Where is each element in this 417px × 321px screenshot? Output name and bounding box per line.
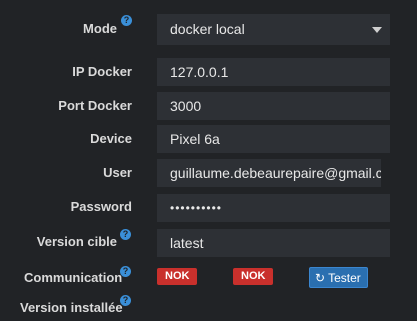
password-label: Password: [70, 199, 132, 214]
user-label: User: [103, 165, 132, 180]
device-label: Device: [90, 131, 132, 146]
ip-input[interactable]: 127.0.0.1: [157, 58, 390, 86]
version-installee-label: Version installée: [20, 300, 123, 315]
communication-help-icon[interactable]: ?: [120, 266, 131, 277]
status-badge-2: NOK: [233, 268, 274, 285]
chevron-down-icon: [372, 27, 382, 33]
user-row: User guillaume.debeaurepaire@gmail.com: [0, 159, 417, 187]
mode-help-icon[interactable]: ?: [121, 15, 132, 26]
version-cible-help-icon[interactable]: ?: [120, 229, 131, 240]
mode-select-value: docker local: [170, 21, 245, 37]
password-row: Password ••••••••••: [0, 194, 417, 222]
port-input[interactable]: 3000: [157, 92, 390, 120]
version-cible-label: Version cible: [36, 234, 117, 249]
mode-row: Mode ? docker local: [0, 14, 417, 45]
version-cible-row: Version cible ? latest: [0, 229, 417, 257]
ip-label: IP Docker: [72, 64, 132, 79]
device-row: Device Pixel 6a: [0, 125, 417, 153]
mode-label: Mode: [83, 21, 117, 36]
status-badge-1: NOK: [157, 268, 198, 285]
ip-row: IP Docker 127.0.0.1: [0, 58, 417, 86]
port-label: Port Docker: [58, 98, 132, 113]
password-input[interactable]: ••••••••••: [157, 194, 390, 222]
device-input[interactable]: Pixel 6a: [157, 125, 390, 153]
version-installee-row: Version installée ?: [0, 295, 417, 315]
version-cible-input[interactable]: latest: [157, 229, 390, 257]
port-row: Port Docker 3000: [0, 92, 417, 120]
tester-button[interactable]: ↻ Tester: [309, 267, 368, 288]
tester-button-label: Tester: [328, 271, 361, 285]
refresh-icon: ↻: [315, 271, 326, 285]
version-installee-help-icon[interactable]: ?: [120, 295, 131, 306]
mode-select[interactable]: docker local: [157, 14, 390, 45]
user-input[interactable]: guillaume.debeaurepaire@gmail.com: [157, 159, 381, 187]
communication-row: Communication ? NOK NOK ↻ Tester: [0, 266, 417, 288]
communication-label: Communication: [24, 270, 123, 285]
settings-panel: Mode ? docker local IP Docker 127.0.0.1 …: [0, 0, 417, 321]
